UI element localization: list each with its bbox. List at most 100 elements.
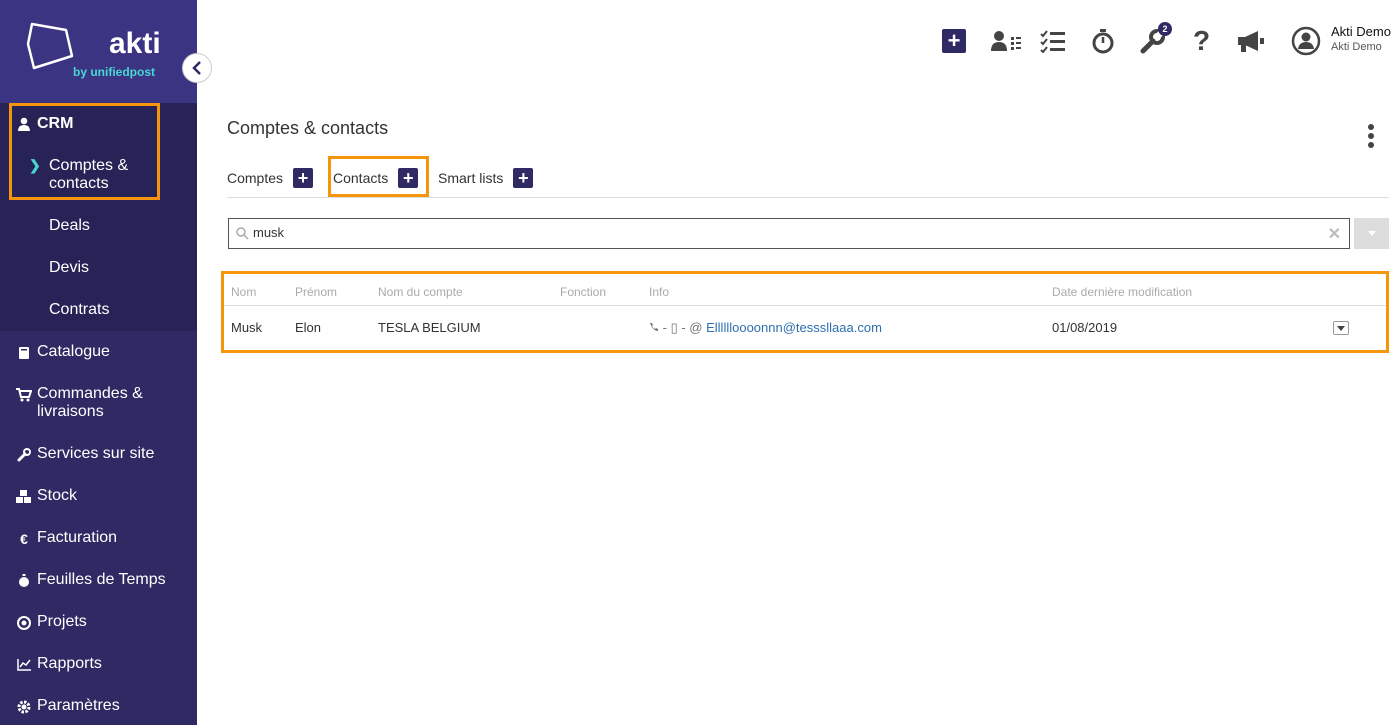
- tasks-button[interactable]: [1040, 26, 1066, 56]
- logo-area[interactable]: akti by unifiedpost: [0, 0, 197, 103]
- question-icon: ?: [1193, 25, 1211, 56]
- sidebar-item-label: Facturation: [37, 529, 118, 546]
- sidebar-item-stock[interactable]: Stock: [0, 487, 197, 507]
- user-company: Akti Demo: [1331, 41, 1382, 53]
- sidebar-item-parametres[interactable]: Paramètres: [0, 697, 197, 717]
- highlight-box-results: [221, 271, 1389, 353]
- phone-icon: [650, 323, 658, 331]
- tab-smart-lists[interactable]: Smart lists +: [438, 168, 534, 188]
- column-header-nom[interactable]: Nom: [231, 285, 256, 299]
- tab-contacts[interactable]: Contacts +: [333, 168, 419, 188]
- logo-mark-icon: [26, 22, 74, 70]
- add-new-button[interactable]: +: [942, 26, 966, 56]
- target-icon: [16, 615, 32, 631]
- chevron-right-icon: ❯: [29, 157, 41, 173]
- checklist-icon: [1040, 30, 1065, 53]
- add-compte-button[interactable]: +: [293, 168, 314, 188]
- cart-icon: [16, 387, 32, 403]
- sidebar-item-label: Feuilles de Temps: [37, 571, 166, 588]
- column-header-date[interactable]: Date dernière modification: [1052, 285, 1192, 299]
- column-header-compte[interactable]: Nom du compte: [378, 285, 463, 299]
- search-icon: [236, 227, 249, 240]
- cubes-icon: [16, 489, 32, 505]
- euro-icon: €: [20, 531, 28, 547]
- sidebar-item-label: Stock: [37, 487, 78, 504]
- timer-button[interactable]: [1091, 26, 1115, 56]
- user-list-icon: [991, 31, 1021, 51]
- help-button[interactable]: ?: [1193, 25, 1211, 56]
- caret-down-icon: [1367, 231, 1376, 236]
- wrench-icon: [16, 447, 32, 463]
- user-circle-icon: [1291, 26, 1321, 56]
- user-icon: [16, 116, 32, 132]
- cell-prenom[interactable]: Elon: [295, 320, 321, 335]
- sidebar-item-label: Catalogue: [37, 343, 110, 360]
- logo-tagline: by unifiedpost: [73, 65, 155, 79]
- cell-info: - ▯ - @ Elllllloooonnn@tesssllaaa.com: [649, 320, 882, 336]
- contacts-list-button[interactable]: [990, 26, 1022, 56]
- clear-search-icon[interactable]: ✕: [1328, 224, 1341, 244]
- sidebar-collapse-button[interactable]: [182, 53, 212, 83]
- email-link[interactable]: Elllllloooonnn@tesssllaaa.com: [706, 320, 882, 335]
- search-input[interactable]: [253, 225, 1313, 240]
- logo-text: akti: [109, 27, 161, 60]
- page-title: Comptes & contacts: [227, 118, 389, 138]
- caret-down-icon: [1337, 325, 1345, 331]
- sidebar: akti by unifiedpost CRM ❯ Comptes & cont…: [0, 0, 197, 725]
- cell-date: 01/08/2019: [1052, 320, 1118, 335]
- sidebar-item-label: Rapports: [37, 655, 102, 672]
- tabs-divider: [227, 197, 1389, 198]
- notification-badge: 2: [1158, 22, 1172, 36]
- chevron-left-icon: [192, 61, 201, 75]
- more-options-button[interactable]: [1368, 124, 1376, 151]
- user-avatar[interactable]: [1291, 26, 1321, 56]
- info-prefix: - ▯ - @: [662, 320, 703, 335]
- tab-label: Smart lists: [438, 170, 504, 186]
- announcements-button[interactable]: [1236, 26, 1266, 56]
- gear-icon: [16, 699, 32, 715]
- sidebar-item-label: Services sur site: [37, 445, 155, 462]
- sidebar-item-deals[interactable]: Deals: [49, 217, 90, 235]
- tools-button[interactable]: 2: [1140, 22, 1172, 56]
- row-actions-dropdown[interactable]: [1333, 321, 1349, 335]
- sidebar-item-services[interactable]: Services sur site: [0, 445, 197, 465]
- sidebar-item-projets[interactable]: Projets: [0, 613, 197, 633]
- cell-compte[interactable]: TESLA BELGIUM: [378, 320, 481, 335]
- sidebar-item-label: CRM: [37, 115, 74, 132]
- sidebar-item-label: contacts: [49, 175, 109, 192]
- sidebar-item-label: Projets: [37, 613, 87, 630]
- book-icon: [16, 345, 32, 361]
- sidebar-item-comptes-contacts[interactable]: Comptes & contacts: [49, 157, 128, 193]
- cell-nom[interactable]: Musk: [231, 320, 262, 335]
- sidebar-item-commandes[interactable]: Commandes & livraisons: [0, 385, 197, 425]
- tab-label: Contacts: [333, 170, 389, 186]
- column-header-info: Info: [649, 285, 670, 299]
- tab-label: Comptes: [227, 170, 284, 186]
- column-header-prenom[interactable]: Prénom: [295, 285, 337, 299]
- stopwatch-icon: [1092, 29, 1114, 54]
- sidebar-item-rapports[interactable]: Rapports: [0, 655, 197, 675]
- kebab-icon: [1368, 124, 1374, 130]
- search-filter-dropdown[interactable]: [1354, 218, 1389, 249]
- add-smart-list-button[interactable]: +: [513, 168, 534, 188]
- sidebar-item-label: Commandes & livraisons: [37, 385, 143, 420]
- user-name[interactable]: Akti Demo: [1331, 24, 1391, 39]
- column-header-fonction[interactable]: Fonction: [560, 285, 606, 299]
- sidebar-item-label: Comptes &: [49, 157, 129, 174]
- sidebar-item-contrats[interactable]: Contrats: [49, 301, 109, 319]
- sidebar-item-facturation[interactable]: € Facturation: [0, 529, 197, 549]
- chart-icon: [16, 657, 32, 673]
- sidebar-item-feuilles-temps[interactable]: Feuilles de Temps: [0, 571, 197, 591]
- plus-icon: +: [942, 29, 966, 53]
- table-header-divider: [224, 305, 1386, 306]
- search-box: ✕: [228, 218, 1350, 249]
- stopwatch-icon: [16, 573, 32, 589]
- crm-section: [0, 103, 197, 331]
- tab-comptes[interactable]: Comptes +: [227, 168, 314, 188]
- sidebar-item-devis[interactable]: Devis: [49, 259, 89, 277]
- sidebar-item-label: Paramètres: [37, 697, 120, 714]
- add-contact-button[interactable]: +: [398, 168, 419, 188]
- sidebar-item-catalogue[interactable]: Catalogue: [0, 343, 197, 363]
- megaphone-icon: [1238, 31, 1264, 52]
- sidebar-item-crm[interactable]: CRM: [0, 114, 197, 134]
